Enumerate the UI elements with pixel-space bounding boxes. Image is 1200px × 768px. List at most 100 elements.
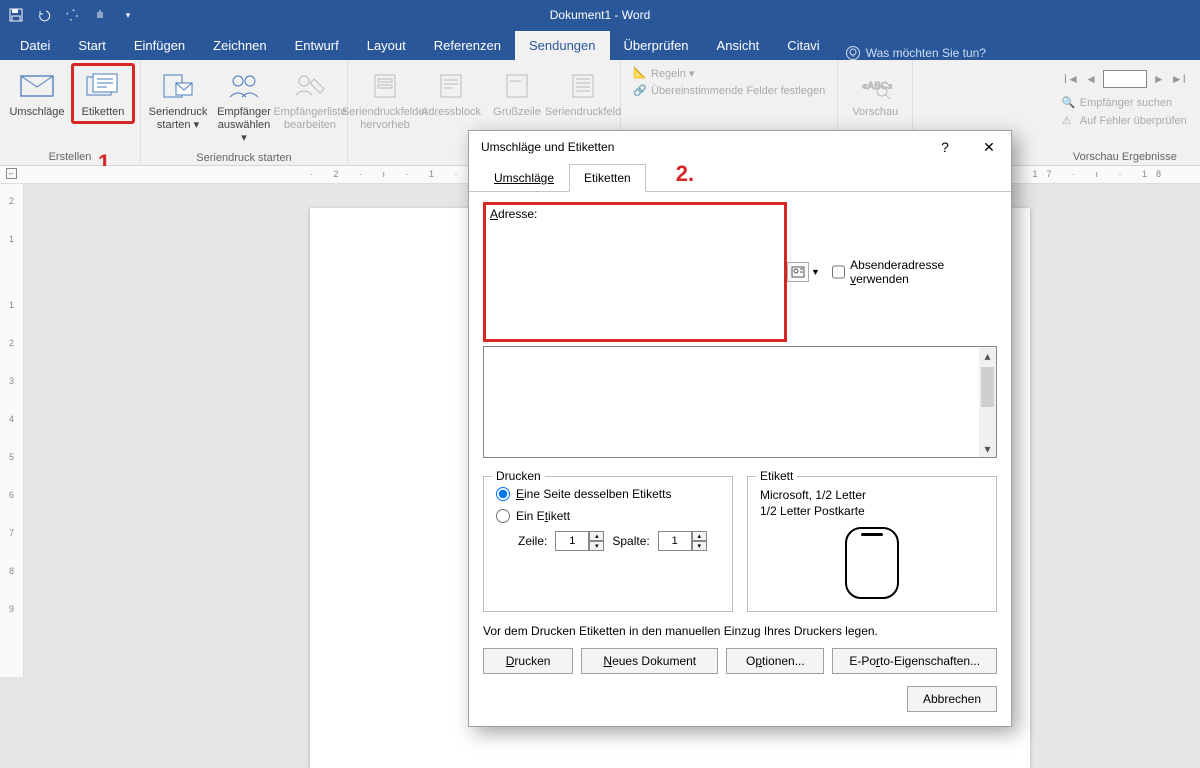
scroll-thumb[interactable]: [981, 367, 994, 407]
address-section: Adresse:: [483, 202, 787, 342]
seriendruckfeld-button: Seriendruckfeld: [552, 64, 614, 123]
umschlaege-label: Umschläge: [9, 106, 64, 119]
dialog-body: Adresse: ▼ Absenderadresse verwenden ▴: [469, 192, 1011, 686]
abbrechen-button[interactable]: Abbrechen: [907, 686, 997, 712]
print-hint: Vor dem Drucken Etiketten in den manuell…: [483, 624, 997, 638]
undo-icon[interactable]: [36, 7, 52, 23]
record-number-input[interactable]: [1103, 70, 1147, 88]
drucken-button[interactable]: Drucken: [483, 648, 573, 674]
vertical-ruler: 2 1 1 2 3 4 5 6 7 8 9: [0, 184, 24, 677]
spalte-input[interactable]: [658, 531, 692, 551]
tell-me-label: Was möchten Sie tun?: [866, 46, 986, 60]
address-scrollbar[interactable]: ▴ ▾: [979, 347, 996, 457]
eporto-button[interactable]: E-Porto-Eigenschaften...: [832, 648, 997, 674]
tab-ansicht[interactable]: Ansicht: [703, 31, 774, 60]
scroll-up-icon[interactable]: ▴: [979, 347, 996, 364]
radio-full-page-label: Eine Seite desselben Etiketts: [516, 487, 671, 501]
last-record-icon[interactable]: ►I: [1171, 72, 1186, 86]
empfaenger-suchen-button: 🔍 Empfänger suchen: [1056, 94, 1194, 112]
dialog-footer: Abbrechen: [469, 686, 1011, 726]
empfaenger-suchen-label: Empfänger suchen: [1080, 97, 1172, 109]
prev-record-icon[interactable]: ◄: [1085, 72, 1097, 86]
etikett-line2: 1/2 Letter Postkarte: [760, 503, 984, 519]
zeile-input[interactable]: [555, 531, 589, 551]
drucken-group: Drucken Eine Seite desselben Etiketts Ei…: [483, 476, 733, 612]
edit-list-icon: [290, 68, 330, 104]
first-record-icon[interactable]: I◄: [1064, 72, 1079, 86]
address-field-border: ▴ ▾: [483, 346, 997, 458]
spalte-up-icon[interactable]: ▴: [692, 531, 707, 541]
scroll-down-icon[interactable]: ▾: [979, 440, 996, 457]
dialog-close-button[interactable]: ✕: [975, 135, 1003, 159]
addressblock-icon: [431, 68, 471, 104]
lightbulb-icon: [846, 46, 860, 60]
group-ergebnisse: I◄ ◄ ► ►I 🔍Empfänger suchen ⚠Auf Fehler …: [1050, 60, 1200, 165]
tab-referenzen[interactable]: Referenzen: [420, 31, 515, 60]
etiketten-button[interactable]: Etiketten: [72, 64, 134, 123]
tab-stop-icon[interactable]: ⌐: [6, 168, 17, 179]
tab-einfuegen[interactable]: Einfügen: [120, 31, 199, 60]
touch-mode-icon[interactable]: [92, 7, 108, 23]
optionen-button[interactable]: Optionen...: [726, 648, 824, 674]
adressblock-label: Adressblock: [421, 106, 481, 119]
drucken-legend: Drucken: [492, 469, 545, 483]
radio-single-label-text: Ein Etikett: [516, 509, 570, 523]
radio-single-label[interactable]: Ein Etikett: [496, 509, 720, 523]
tell-me-search[interactable]: Was möchten Sie tun?: [846, 46, 986, 60]
etikett-shape-icon: [845, 527, 899, 599]
spalte-down-icon[interactable]: ▾: [692, 541, 707, 551]
spalte-spinner[interactable]: ▴▾: [658, 531, 707, 551]
save-icon[interactable]: [8, 7, 24, 23]
callout-2: 2.: [676, 161, 694, 189]
radio-full-page[interactable]: Eine Seite desselben Etiketts: [496, 487, 720, 501]
next-record-icon[interactable]: ►: [1153, 72, 1165, 86]
dialog-tabs: Umschläge Etiketten 2.: [469, 163, 1011, 192]
tab-layout[interactable]: Layout: [353, 31, 420, 60]
neues-dokument-button[interactable]: Neues Dokument: [581, 648, 718, 674]
mergefield-icon: [563, 68, 603, 104]
radio-single-input[interactable]: [496, 509, 510, 523]
seriendruck-starten-button[interactable]: Seriendruck starten ▾: [147, 64, 209, 136]
tab-zeichnen[interactable]: Zeichnen: [199, 31, 280, 60]
dialog-titlebar: Umschläge und Etiketten ? ✕: [469, 131, 1011, 163]
spalte-label: Spalte:: [612, 534, 649, 548]
empfaenger-auswaehlen-button[interactable]: Empfänger auswählen ▾: [213, 64, 275, 150]
empfaenger-label: Empfänger auswählen ▾: [215, 106, 273, 146]
qat-customize-icon[interactable]: ▾: [120, 7, 136, 23]
zeile-spinner[interactable]: ▴▾: [555, 531, 604, 551]
preview-icon: «ABC»: [855, 68, 895, 104]
umschlaege-button[interactable]: Umschläge: [6, 64, 68, 123]
tab-ueberpruefen[interactable]: Überprüfen: [610, 31, 703, 60]
etikett-group[interactable]: Etikett Microsoft, 1/2 Letter 1/2 Letter…: [747, 476, 997, 612]
zeile-down-icon[interactable]: ▾: [589, 541, 604, 551]
redo-icon[interactable]: [64, 7, 80, 23]
etikett-legend: Etikett: [756, 469, 797, 483]
ribbon-tabs: Datei Start Einfügen Zeichnen Entwurf La…: [0, 30, 1200, 60]
search-recipient-icon: 🔍: [1062, 96, 1076, 110]
grusszeile-button: Grußzeile: [486, 64, 548, 123]
envelope-icon: [17, 68, 57, 104]
record-nav: I◄ ◄ ► ►I: [1056, 64, 1194, 94]
absender-checkbox-row[interactable]: Absenderadresse verwenden: [832, 258, 997, 286]
rules-label: Regeln ▾: [651, 67, 694, 80]
dialog-help-button[interactable]: ?: [931, 135, 959, 159]
tab-citavi[interactable]: Citavi: [773, 31, 834, 60]
group-seriendruck: Seriendruck starten ▾ Empfänger auswähle…: [141, 60, 348, 165]
etikett-line1: Microsoft, 1/2 Letter: [760, 487, 984, 503]
vorschau-label: Vorschau: [852, 106, 898, 119]
addressbook-dropdown-icon[interactable]: ▼: [811, 267, 820, 277]
zeile-up-icon[interactable]: ▴: [589, 531, 604, 541]
tab-datei[interactable]: Datei: [6, 31, 64, 60]
address-label: Adresse:: [490, 207, 780, 221]
tab-start[interactable]: Start: [64, 31, 119, 60]
absender-checkbox[interactable]: [832, 265, 845, 279]
addressbook-button[interactable]: [787, 262, 809, 282]
dialog-tab-etiketten[interactable]: Etiketten: [569, 164, 646, 192]
address-textarea[interactable]: [490, 224, 780, 336]
dialog-tab-umschlaege[interactable]: Umschläge: [479, 164, 569, 192]
match-icon: 🔗: [633, 84, 647, 98]
radio-full-page-input[interactable]: [496, 487, 510, 501]
match-label: Übereinstimmende Felder festlegen: [651, 85, 825, 97]
tab-entwurf[interactable]: Entwurf: [281, 31, 353, 60]
tab-sendungen[interactable]: Sendungen: [515, 31, 610, 60]
